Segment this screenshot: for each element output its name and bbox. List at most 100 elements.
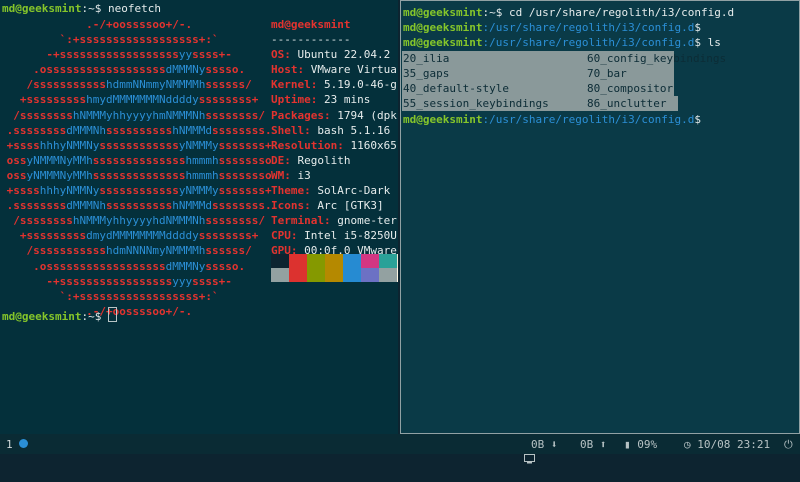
info-label: Terminal:	[271, 214, 331, 228]
info-row: Theme: SolArc-Dark	[271, 183, 398, 198]
prompt-user: md@geeksmint	[2, 310, 82, 323]
info-label: Host:	[271, 63, 305, 77]
workspace-number[interactable]: 1	[6, 437, 13, 452]
logo-line: -+ssssssssssssssssssyyssss+-	[46, 48, 232, 62]
info-label: Theme:	[271, 184, 311, 198]
info-row: CPU: Intel i5-8250U	[271, 228, 398, 243]
logo-line: `:+ssssssssssssssssss+:`	[59, 289, 219, 303]
prompt-dir: :~$	[81, 2, 102, 15]
prompt-dir: :/usr/share/regolith/i3/config.d	[482, 21, 695, 34]
logo-line: `:+ssssssssssssssssss+:`	[59, 33, 219, 47]
prompt-user: md@geeksmint	[403, 36, 483, 49]
info-value: Regolith	[290, 153, 351, 167]
info-separator: ------------	[271, 33, 351, 47]
terminal-line-1: md@geeksmint:~$ cd /usr/share/regolith/i…	[403, 5, 734, 20]
info-label: Resolution:	[271, 138, 344, 152]
status-bar: 1 0B ⬇ 0B ⬆ ▮ 09% ◷ 10/08 23:21 ⏻	[0, 434, 800, 464]
info-label: Packages:	[271, 108, 331, 122]
disk-read: 0B ⬇	[531, 437, 558, 452]
info-row: Packages: 1794 (dpk	[271, 108, 398, 123]
logo-line: /sssssssshNMMMyhhyyyyhdNMMMNhssssssss/	[13, 214, 265, 228]
ls-entry: 86_unclutter	[587, 97, 667, 110]
down-arrow-icon: ⬇	[550, 438, 558, 451]
logo-line: +ssssssssshmydMMMMMMMNddddyssssssss+	[19, 93, 259, 107]
battery-value: 09%	[637, 438, 658, 451]
logo-line: +sssshhhyNMMNyssssssssssssyNMMMysssssss+	[6, 138, 272, 152]
clock-value: 10/08 23:21	[697, 438, 771, 451]
terminal-cursor	[107, 307, 117, 322]
color-swatch	[307, 268, 325, 282]
info-value: VMware Virtua	[304, 63, 397, 77]
color-swatch	[325, 254, 343, 268]
terminal-line-4: md@geeksmint:/usr/share/regolith/i3/conf…	[403, 112, 701, 127]
logo-line: /ssssssssssshdmNNNNmyNMMMMhssssss/	[26, 244, 252, 258]
command-text: $ ls	[694, 36, 721, 49]
info-row: Host: VMware Virtua	[271, 62, 398, 77]
color-swatch	[397, 254, 398, 268]
right-terminal-pane[interactable]: md@geeksmint:~$ cd /usr/share/regolith/i…	[400, 0, 800, 434]
disk-read-value: 0B	[531, 438, 545, 451]
info-value: 1794 (dpk	[330, 108, 397, 122]
ls-entry: 35_gaps	[403, 67, 450, 80]
clock-icon: ◷	[684, 438, 691, 451]
info-title: md@geeksmint	[271, 18, 351, 31]
prompt-symbol: $	[694, 113, 702, 126]
command-text: :~$ cd /usr/share/regolith/i3/config.d	[482, 6, 735, 19]
logo-line: /sssssssshNMMMyhhyyyyhmNMMMNhssssssss/	[13, 108, 265, 122]
ls-entry: 40_default-style	[403, 82, 509, 95]
info-label: WM:	[271, 168, 291, 182]
info-label: Icons:	[271, 199, 311, 213]
info-row: Uptime: 23 mins	[271, 92, 398, 107]
info-value: i3	[290, 168, 311, 182]
info-row: Terminal: gnome-ter	[271, 213, 398, 228]
prompt-dir: :/usr/share/regolith/i3/config.d	[482, 113, 695, 126]
ls-entry: 70_bar	[587, 67, 627, 80]
info-label: OS:	[271, 48, 291, 62]
battery: ▮ 09%	[624, 437, 657, 452]
color-swatch	[343, 254, 361, 268]
info-value: Arc [GTK3]	[310, 199, 384, 213]
color-swatch	[397, 268, 398, 282]
battery-icon: ▮	[624, 438, 631, 451]
info-value: gnome-ter	[330, 214, 397, 228]
info-row: Resolution: 1160x65	[271, 138, 398, 153]
prompt-user: md@geeksmint	[403, 6, 483, 19]
logo-line: ossyNMMMNyMMhsssssssssssssshmmmhssssssso	[6, 153, 272, 167]
terminal-line-3: md@geeksmint:/usr/share/regolith/i3/conf…	[403, 35, 721, 50]
info-value: 1160x65	[343, 138, 397, 152]
info-value: Intel i5-8250U	[297, 229, 397, 243]
color-swatch	[379, 254, 397, 268]
prompt-symbol: $	[694, 21, 702, 34]
color-swatch	[379, 268, 397, 282]
up-arrow-icon: ⬆	[599, 438, 607, 451]
info-label: DE:	[271, 153, 291, 167]
left-terminal-pane[interactable]: md@geeksmint:~$ neofetch .-/+oossssoo+/-…	[0, 0, 398, 434]
logo-line: /ssssssssssshdmmNNmmyNMMMMhssssss/	[26, 78, 252, 92]
system-info: md@geeksmint ------------ OS: Ubuntu 22.…	[271, 17, 398, 274]
logo-line: .ssssssssdMMMNhsssssssssshNMMMdssssssss.	[6, 199, 272, 213]
ls-entry: 60_config_keybindings	[587, 52, 727, 65]
prompt-user: md@geeksmint	[403, 113, 483, 126]
disk-write: 0B ⬆	[580, 437, 607, 452]
prompt-line-2: md@geeksmint:~$	[2, 307, 117, 323]
clock: ◷ 10/08 23:21	[684, 437, 770, 452]
command-text: neofetch	[107, 2, 161, 15]
info-value: Ubuntu 22.04.2	[290, 48, 391, 62]
ls-entry: 20_ilia	[403, 52, 450, 65]
ls-output: 20_ilia 60_config_keybindings 35_gaps 70_ba…	[402, 51, 799, 113]
info-label: CPU:	[271, 229, 298, 243]
info-row: Icons: Arc [GTK3]	[271, 198, 398, 213]
color-swatch	[325, 268, 343, 282]
info-row: Shell: bash 5.1.16	[271, 123, 398, 138]
logo-line: -+sssssssssssssssssyyyssss+-	[46, 274, 232, 288]
logo-line: .-/+oossssoo+/-.	[86, 18, 193, 31]
color-swatch	[307, 254, 325, 268]
workspace-indicator-dot	[19, 439, 28, 448]
color-swatch	[271, 268, 289, 282]
prompt-user: md@geeksmint	[2, 2, 82, 15]
display-icon	[497, 437, 535, 482]
prompt-line: md@geeksmint:~$ neofetch	[2, 1, 161, 16]
power-icon[interactable]: ⏻	[784, 437, 793, 452]
info-row: DE: Regolith	[271, 153, 398, 168]
color-swatch	[271, 254, 289, 268]
